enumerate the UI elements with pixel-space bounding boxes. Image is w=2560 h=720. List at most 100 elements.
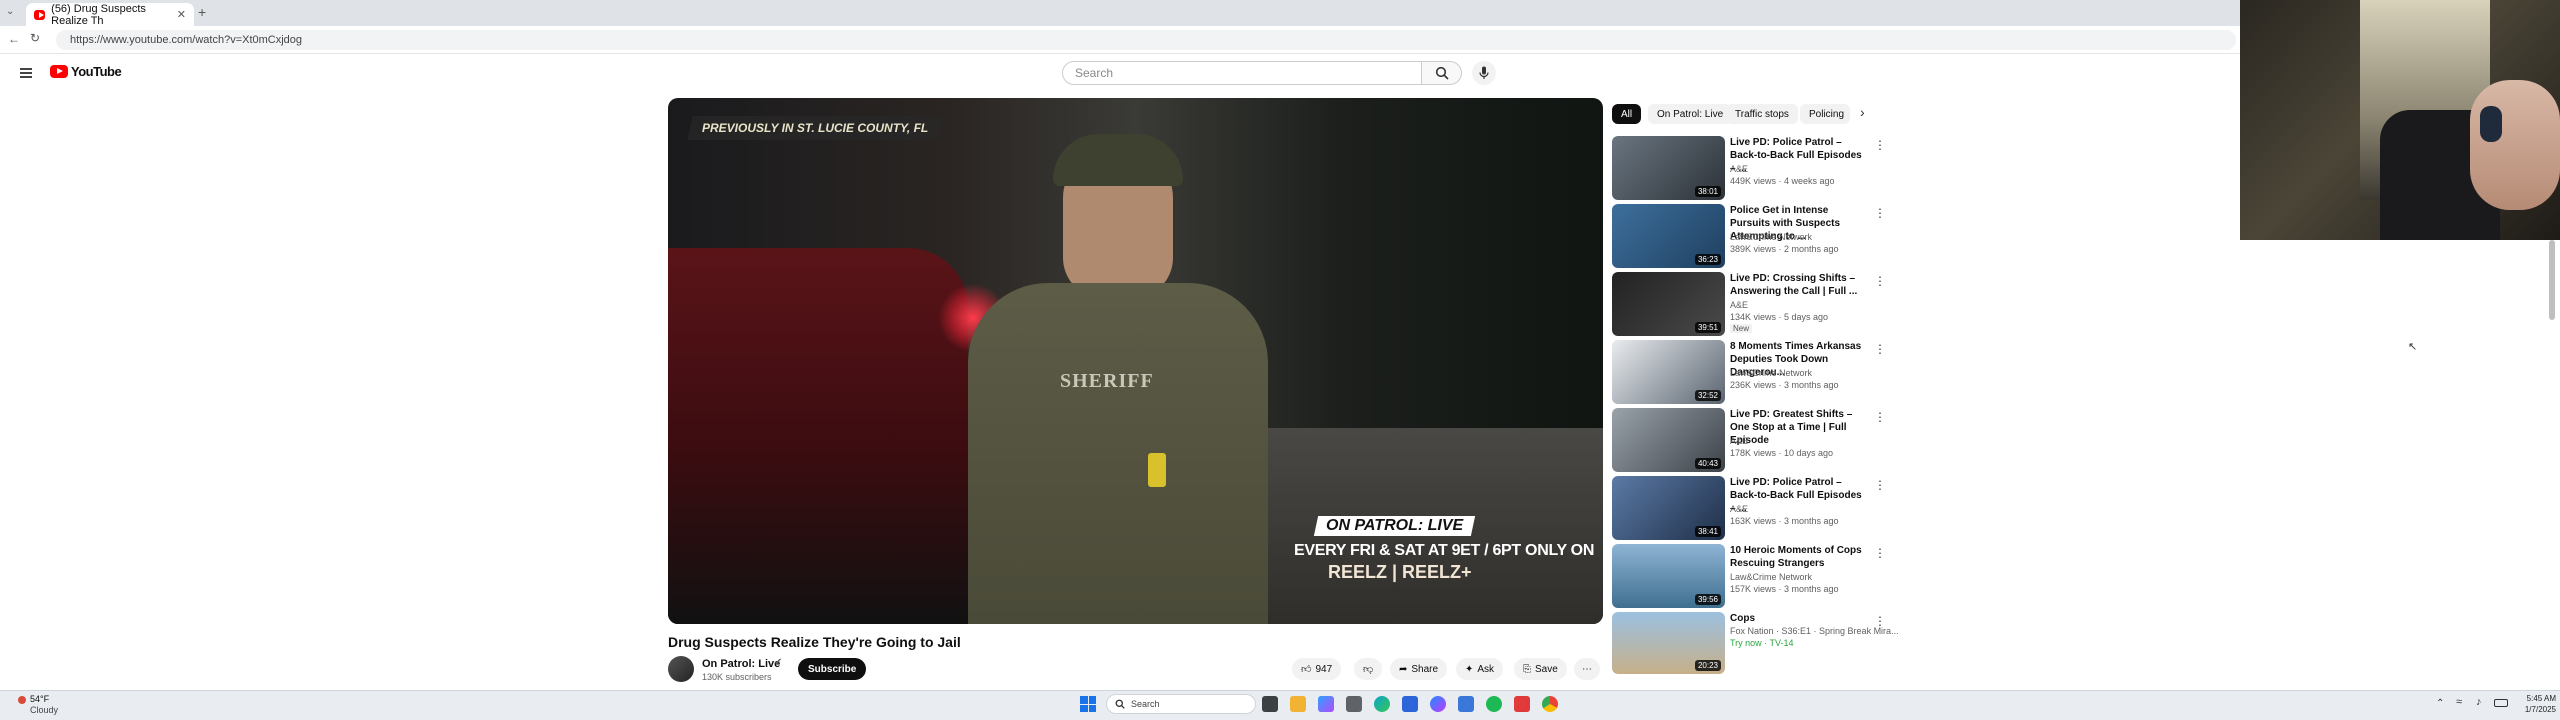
- url-field[interactable]: https://www.youtube.com/watch?v=Xt0mCxjd…: [56, 30, 2236, 50]
- share-button[interactable]: ➦ Share: [1390, 658, 1448, 680]
- hamburger-menu-icon[interactable]: [20, 66, 32, 80]
- video-overlay-location-text: PREVIOUSLY IN ST. LUCIE COUNTY, FL: [702, 121, 929, 135]
- tab-close-icon[interactable]: ✕: [177, 8, 186, 21]
- more-options-icon[interactable]: ⋮: [1874, 138, 1886, 152]
- recommendation-title[interactable]: Live PD: Crossing Shifts – Answering the…: [1730, 272, 1870, 298]
- share-label: Share: [1411, 663, 1439, 675]
- save-bookmark-icon: ⎘: [1523, 663, 1531, 675]
- recommendation-item[interactable]: 20:23 Cops Fox Nation · S36:E1 · Spring …: [1612, 612, 1899, 674]
- chip-scroll-chevron-right-icon[interactable]: ›: [1860, 104, 1865, 120]
- recommendation-item[interactable]: 38:41 Live PD: Police Patrol – Back-to-B…: [1612, 476, 1892, 540]
- recommendation-channel[interactable]: A&E: [1730, 436, 1748, 446]
- page-scrollbar[interactable]: [2549, 240, 2555, 320]
- duration-badge: 20:23: [1694, 660, 1721, 671]
- ask-button[interactable]: ✦ Ask: [1456, 658, 1504, 680]
- youtube-favicon-icon: [34, 9, 46, 20]
- subscribe-button[interactable]: Subscribe: [798, 658, 867, 680]
- tab-list-chevron-icon[interactable]: ⌄: [6, 6, 14, 17]
- like-button[interactable]: 👍︎ 947: [1292, 658, 1342, 680]
- subscriber-count: 130K subscribers: [702, 672, 772, 682]
- more-options-icon[interactable]: ⋮: [1874, 342, 1886, 356]
- edge-browser-icon[interactable]: [1374, 696, 1390, 712]
- recommendation-channel[interactable]: Law&Crime Network: [1730, 368, 1812, 378]
- app-red-icon[interactable]: [1514, 696, 1530, 712]
- file-explorer-icon[interactable]: [1290, 696, 1306, 712]
- recommendation-item[interactable]: 32:52 8 Moments Times Arkansas Deputies …: [1612, 340, 1892, 404]
- chip-all[interactable]: All: [1612, 104, 1642, 124]
- tray-chevron-up-icon[interactable]: ⌃: [2436, 698, 2444, 709]
- tray-wifi-icon[interactable]: ≈: [2456, 696, 2462, 708]
- more-horizontal-icon: ⋯: [1582, 663, 1592, 675]
- recommendation-thumbnail[interactable]: 39:51: [1612, 272, 1725, 336]
- verified-check-icon: ✔: [774, 657, 783, 668]
- recommendation-thumbnail[interactable]: 39:56: [1612, 544, 1725, 608]
- recommendation-thumbnail[interactable]: 38:01: [1612, 136, 1725, 200]
- search-button[interactable]: [1422, 61, 1462, 85]
- more-options-icon[interactable]: ⋮: [1874, 614, 1886, 628]
- recommendation-channel[interactable]: A&E: [1730, 164, 1748, 174]
- recommendation-title[interactable]: Cops: [1730, 612, 1870, 625]
- browser-tab-active[interactable]: (56) Drug Suspects Realize Th ✕: [26, 3, 194, 27]
- video-player[interactable]: SHERIFF PREVIOUSLY IN ST. LUCIE COUNTY, …: [668, 98, 1603, 624]
- chip-policing[interactable]: Policing: [1800, 104, 1850, 124]
- task-view-icon[interactable]: [1262, 696, 1278, 712]
- channel-avatar[interactable]: [668, 656, 694, 682]
- chrome-icon[interactable]: [1542, 696, 1558, 712]
- windows-start-icon[interactable]: [1080, 696, 1096, 712]
- recommendation-item[interactable]: 39:56 10 Heroic Moments of Cops Rescuing…: [1612, 544, 1892, 608]
- recommendation-item[interactable]: 36:23 Police Get in Intense Pursuits wit…: [1612, 204, 1892, 268]
- recommendation-channel[interactable]: A&E: [1730, 300, 1748, 310]
- save-button[interactable]: ⎘ Save: [1514, 658, 1567, 680]
- messenger-icon[interactable]: [1430, 696, 1446, 712]
- recommendation-thumbnail[interactable]: 36:23: [1612, 204, 1725, 268]
- recommendation-item[interactable]: 39:51 Live PD: Crossing Shifts – Answeri…: [1612, 272, 1892, 336]
- taskbar-search-box[interactable]: Search: [1106, 694, 1256, 714]
- more-options-icon[interactable]: ⋮: [1874, 274, 1886, 288]
- recommendation-thumbnail[interactable]: 40:43: [1612, 408, 1725, 472]
- video-scene-radio: [1148, 453, 1166, 487]
- taskbar-search-icon: [1115, 699, 1125, 709]
- copilot-icon[interactable]: [1318, 696, 1334, 712]
- recommendation-item[interactable]: 38:01 Live PD: Police Patrol – Back-to-B…: [1612, 136, 1892, 200]
- new-tab-icon[interactable]: +: [198, 4, 206, 20]
- recommendation-title[interactable]: 10 Heroic Moments of Cops Rescuing Stran…: [1730, 544, 1870, 570]
- recommendation-title[interactable]: Live PD: Greatest Shifts – One Stop at a…: [1730, 408, 1870, 447]
- taskbar-clock[interactable]: 5:45 AM 1/7/2025: [2512, 693, 2556, 715]
- store-icon[interactable]: [1402, 696, 1418, 712]
- youtube-logo[interactable]: YouTube: [50, 64, 122, 79]
- weather-widget[interactable]: 54°F Cloudy: [18, 694, 88, 716]
- recommendation-title[interactable]: Live PD: Police Patrol – Back-to-Back Fu…: [1730, 476, 1870, 515]
- more-options-icon[interactable]: ⋮: [1874, 410, 1886, 424]
- webcam-headset: [2480, 106, 2502, 142]
- voice-search-button[interactable]: [1472, 61, 1496, 85]
- recommendation-thumbnail[interactable]: 38:41: [1612, 476, 1725, 540]
- recommendation-channel[interactable]: Law&Crime Network: [1730, 232, 1812, 242]
- tray-speaker-icon[interactable]: ♪: [2476, 696, 2482, 708]
- search-input[interactable]: Search: [1062, 61, 1422, 85]
- channel-name[interactable]: On Patrol: Live: [702, 658, 780, 670]
- recommendation-item[interactable]: 40:43 Live PD: Greatest Shifts – One Sto…: [1612, 408, 1892, 472]
- recommendation-thumbnail[interactable]: 32:52: [1612, 340, 1725, 404]
- tray-battery-icon[interactable]: [2494, 699, 2508, 707]
- search-icon: [1435, 66, 1449, 80]
- spotify-icon[interactable]: [1486, 696, 1502, 712]
- chip-traffic-stops[interactable]: Traffic stops: [1726, 104, 1798, 124]
- more-actions-button[interactable]: ⋯: [1574, 658, 1600, 680]
- webcam-person-face: [2470, 80, 2560, 210]
- dislike-button[interactable]: 👎︎: [1354, 658, 1383, 680]
- taskbar-search-label: Search: [1131, 699, 1160, 709]
- back-icon[interactable]: ←: [8, 32, 20, 46]
- app-icon[interactable]: [1346, 696, 1362, 712]
- recommendation-channel[interactable]: A&E: [1730, 504, 1748, 514]
- more-options-icon[interactable]: ⋮: [1874, 478, 1886, 492]
- recommendation-meta: 163K views · 3 months ago: [1730, 516, 1839, 526]
- share-arrow-icon: ➦: [1399, 663, 1408, 675]
- more-options-icon[interactable]: ⋮: [1874, 206, 1886, 220]
- chip-on-patrol-live[interactable]: On Patrol: Live: [1648, 104, 1733, 124]
- reload-icon[interactable]: ↻: [30, 31, 40, 45]
- recommendation-title[interactable]: Live PD: Police Patrol – Back-to-Back Fu…: [1730, 136, 1870, 175]
- recommendation-channel[interactable]: Law&Crime Network: [1730, 572, 1812, 582]
- recommendation-thumbnail[interactable]: 20:23: [1612, 612, 1725, 674]
- photos-icon[interactable]: [1458, 696, 1474, 712]
- more-options-icon[interactable]: ⋮: [1874, 546, 1886, 560]
